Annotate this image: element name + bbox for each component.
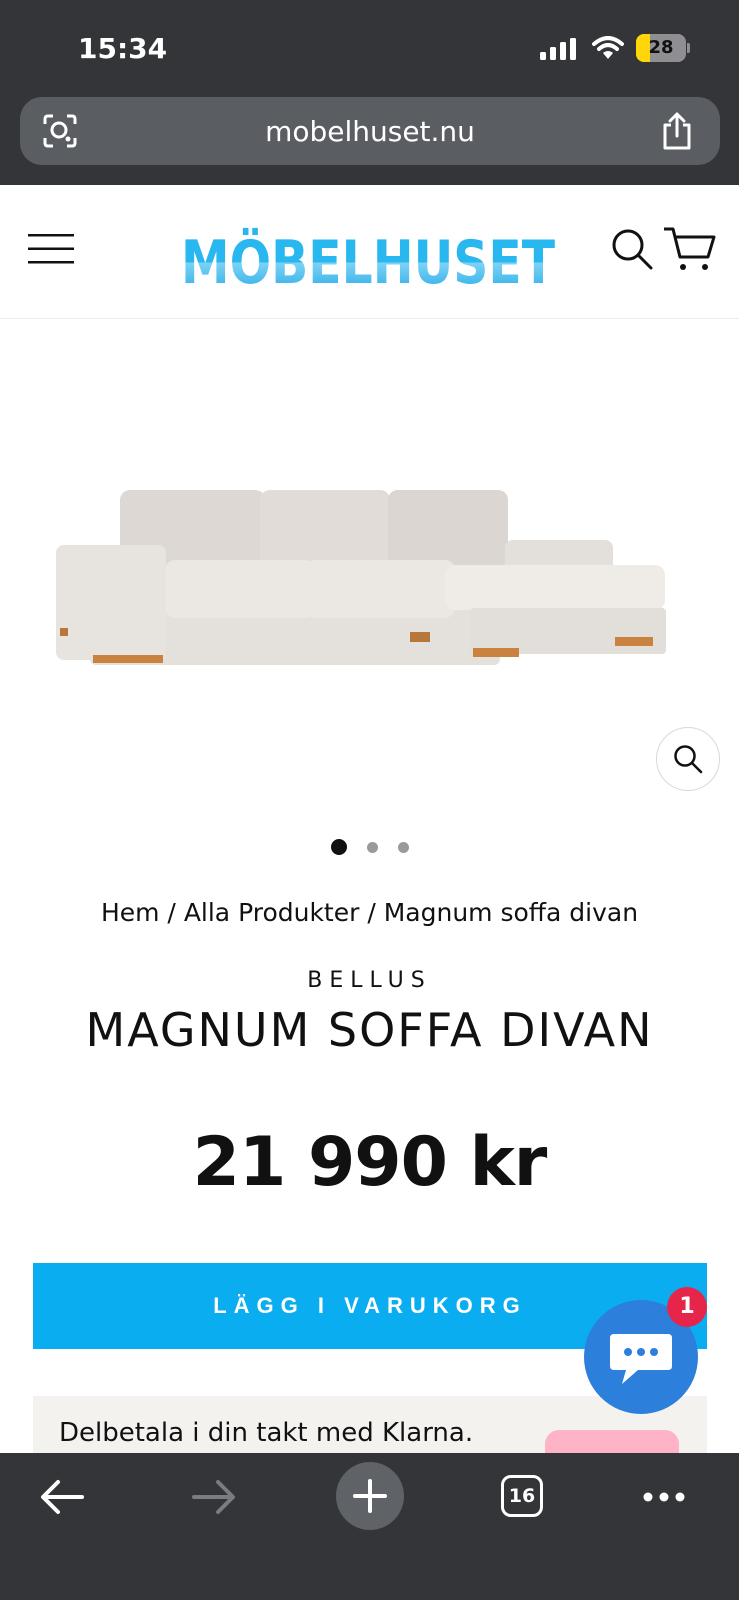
status-time: 15:34 [78,32,168,65]
chat-notification-badge: 1 [667,1287,707,1327]
url-text[interactable]: mobelhuset.nu [20,115,720,148]
breadcrumb-current: Magnum soffa divan [383,898,639,927]
klarna-text: Delbetala i din takt med Klarna. [59,1418,474,1448]
search-icon[interactable] [610,227,654,271]
battery-icon: 28 [636,34,686,62]
browser-bottom-toolbar: 16 [0,1453,739,1600]
gallery-dot[interactable] [367,842,378,853]
chat-bubble-icon [610,1334,672,1384]
gallery-dot[interactable] [398,842,409,853]
more-options-icon[interactable] [642,1491,686,1503]
address-bar[interactable]: mobelhuset.nu [20,97,720,165]
cellular-signal-icon [540,38,576,60]
product-price: 21 990 kr [192,1123,548,1202]
forward-arrow-icon[interactable] [192,1479,236,1515]
zoom-button[interactable] [656,727,720,791]
breadcrumb-home[interactable]: Hem [101,898,160,927]
site-logo[interactable]: MÖBELHUSET [178,219,558,291]
battery-level: 28 [648,37,674,58]
klarna-banner: Delbetala i din takt med Klarna. [33,1396,707,1456]
breadcrumb-category[interactable]: Alla Produkter [184,898,360,927]
breadcrumb: Hem / Alla Produkter / Magnum soffa diva… [0,898,739,927]
back-arrow-icon[interactable] [40,1479,84,1515]
product-title: MAGNUM SOFFA DIVAN [85,1003,654,1057]
cart-icon[interactable] [662,225,718,273]
site-header: MÖBELHUSET [0,185,739,319]
browser-top-chrome: 15:34 28 mobelhuset.nu [0,0,739,185]
wifi-icon [592,36,624,59]
share-icon[interactable] [660,111,694,151]
tabs-button[interactable]: 16 [501,1475,543,1517]
breadcrumb-separator: / [159,898,184,927]
battery-tip [687,43,690,53]
plus-icon [353,1479,387,1513]
hamburger-menu-icon[interactable] [28,233,74,265]
product-vendor[interactable]: BELLUS [0,968,739,993]
gallery-dot-active[interactable] [331,839,347,855]
breadcrumb-separator: / [359,898,384,927]
zoom-icon [674,745,703,774]
new-tab-button[interactable] [336,1462,404,1530]
logo-text: MÖBELHUSET [181,227,555,291]
product-image[interactable] [50,470,680,680]
